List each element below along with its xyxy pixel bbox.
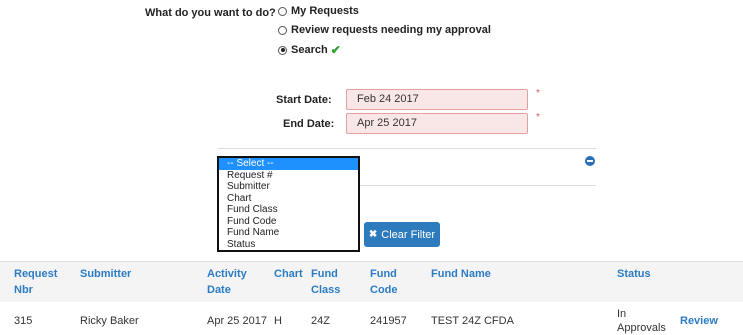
cell-fund-code: 241957: [370, 315, 407, 327]
start-date-input[interactable]: Feb 24 2017: [346, 89, 528, 110]
radio-label: Review requests needing my approval: [291, 24, 491, 36]
cell-submitter: Ricky Baker: [80, 315, 139, 327]
listbox-option[interactable]: -- Select --: [219, 158, 358, 170]
col-header-chart[interactable]: Chart: [274, 266, 303, 282]
collapse-minus-icon[interactable]: [585, 156, 595, 166]
cell-activity-date: Apr 25 2017: [207, 315, 267, 327]
clear-filter-button[interactable]: ✖ Clear Filter: [364, 222, 440, 247]
listbox-option[interactable]: Fund Class: [219, 204, 358, 216]
end-date-label: End Date:: [283, 118, 335, 130]
clear-filter-label: Clear Filter: [381, 228, 436, 241]
cell-fund-class: 24Z: [311, 315, 330, 327]
radio-review-requests[interactable]: Review requests needing my approval: [278, 24, 491, 36]
col-header-status[interactable]: Status: [617, 266, 651, 282]
col-header-fund-code[interactable]: Fund Code: [370, 266, 398, 298]
review-link[interactable]: Review: [680, 315, 718, 327]
radio-my-requests[interactable]: My Requests: [278, 5, 359, 17]
radio-button-icon[interactable]: [278, 25, 287, 35]
col-header-fund-name[interactable]: Fund Name: [431, 266, 491, 282]
col-header-submitter[interactable]: Submitter: [80, 266, 131, 282]
radio-button-selected-icon[interactable]: [278, 45, 287, 55]
listbox-option[interactable]: Fund Code: [219, 216, 358, 228]
filter-field-listbox[interactable]: -- Select -- Request # Submitter Chart F…: [217, 156, 360, 252]
col-header-fund-class[interactable]: Fund Class: [311, 266, 340, 298]
cell-status: In Approvals: [617, 308, 666, 334]
end-date-input[interactable]: Apr 25 2017: [346, 113, 528, 134]
cell-request-nbr: 315: [14, 315, 33, 327]
listbox-option[interactable]: Request #: [219, 170, 358, 182]
listbox-option[interactable]: Status: [219, 239, 358, 251]
radio-button-icon[interactable]: [278, 6, 287, 16]
required-marker: *: [536, 88, 540, 99]
required-marker: *: [536, 112, 540, 123]
action-question-label: What do you want to do?: [145, 7, 276, 19]
radio-search[interactable]: Search ✔: [278, 43, 341, 57]
cell-fund-name: TEST 24Z CFDA: [431, 315, 514, 327]
radio-label: Search: [291, 44, 328, 56]
listbox-option[interactable]: Fund Name: [219, 227, 358, 239]
col-header-activity-date[interactable]: Activity Date: [207, 266, 247, 298]
cell-chart: H: [274, 315, 282, 327]
radio-label: My Requests: [291, 5, 359, 17]
checkmark-icon: ✔: [330, 43, 341, 57]
listbox-option[interactable]: Chart: [219, 193, 358, 205]
close-icon: ✖: [368, 229, 378, 240]
listbox-option[interactable]: Submitter: [219, 181, 358, 193]
col-header-request-nbr[interactable]: Request Nbr: [14, 266, 57, 298]
start-date-label: Start Date:: [276, 94, 332, 106]
